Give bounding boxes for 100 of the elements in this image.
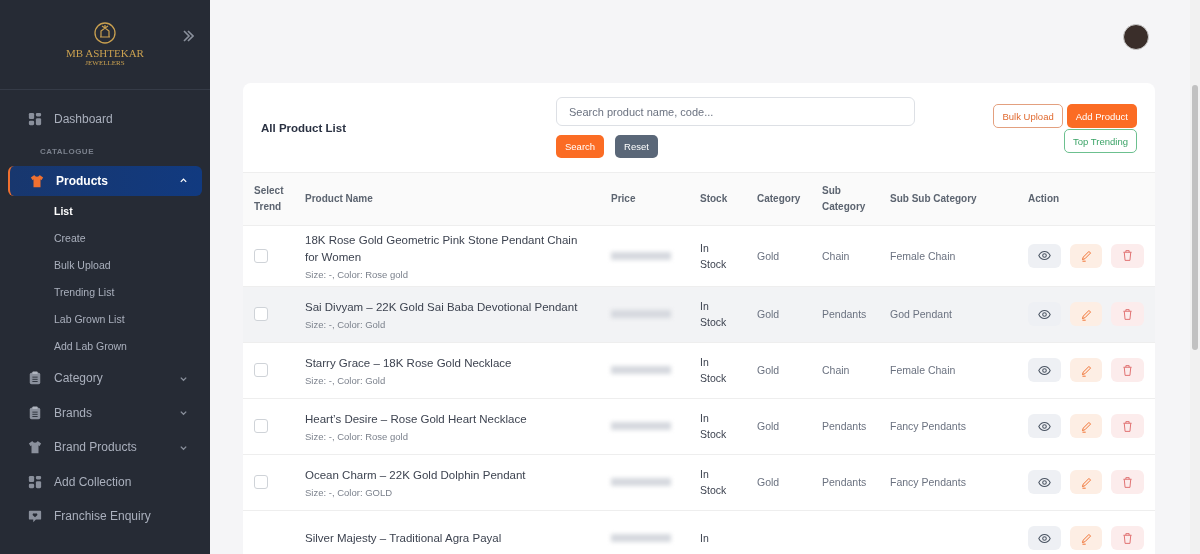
- brand-name: MB ASHTEKAR: [66, 46, 144, 59]
- menu-item[interactable]: Franchise Enquiry: [8, 501, 202, 531]
- menu-item[interactable]: Add Collection: [8, 466, 202, 497]
- trash-icon: [1121, 475, 1135, 489]
- blurred-price: [611, 478, 671, 486]
- table-cell: Pendants: [822, 308, 867, 320]
- checkbox[interactable]: [254, 475, 268, 489]
- view-button[interactable]: [1028, 526, 1061, 550]
- product-details: Size: -, Color: Rose gold: [305, 430, 409, 442]
- table-cell: Female Chain: [890, 249, 956, 262]
- eye-icon: [1037, 419, 1051, 433]
- view-button[interactable]: [1028, 302, 1061, 326]
- table-cell: Pendants: [822, 476, 867, 488]
- stock-status: In Stock: [700, 300, 727, 328]
- table-cell: Fancy Pendants: [890, 420, 966, 432]
- edit-button[interactable]: [1069, 526, 1103, 550]
- product-details: Size: -, Color: Rose gold: [305, 268, 409, 280]
- pencil-icon: [1079, 249, 1093, 262]
- table-cell: Gold: [757, 476, 780, 488]
- trash-icon: [1121, 363, 1135, 377]
- column-header: Sub Sub Category: [879, 173, 1017, 225]
- grid-icon: [28, 474, 42, 489]
- view-button[interactable]: [1028, 470, 1061, 494]
- submenu-item[interactable]: Add Lab Grown: [54, 332, 127, 359]
- shirt-icon: [30, 173, 44, 188]
- scrollbar-thumb[interactable]: [1192, 85, 1198, 350]
- logo-emblem-icon: [94, 21, 116, 44]
- delete-button[interactable]: [1111, 470, 1144, 494]
- submenu-item[interactable]: List: [54, 197, 73, 224]
- menu-item[interactable]: Dashboard: [8, 104, 202, 134]
- search-field[interactable]: Search product name, code...: [556, 97, 915, 126]
- stock-status: In Stock: [700, 356, 727, 384]
- eye-icon: [1037, 249, 1051, 262]
- product-name: Starry Grace – 18K Rose Gold Necklace: [305, 355, 513, 371]
- pencil-icon: [1079, 363, 1093, 377]
- column-header: Price: [600, 173, 689, 225]
- stock-status: In Stock: [700, 241, 727, 270]
- table-cell: Gold: [757, 420, 780, 432]
- delete-button[interactable]: [1111, 414, 1144, 438]
- trash-icon: [1121, 249, 1135, 262]
- caret-icon: [179, 408, 188, 417]
- blurred-price: [611, 422, 671, 430]
- pencil-icon: [1079, 419, 1093, 433]
- product-details: Size: -, Color: Gold: [305, 318, 387, 330]
- edit-button[interactable]: [1069, 302, 1103, 326]
- avatar[interactable]: [1123, 23, 1149, 50]
- stock-status: In: [700, 532, 709, 544]
- checkbox[interactable]: [254, 363, 268, 377]
- menu-item[interactable]: Category: [8, 363, 202, 393]
- submenu-item[interactable]: Create: [54, 224, 86, 251]
- view-button[interactable]: [1028, 358, 1061, 382]
- submenu-item[interactable]: Trending List: [54, 278, 115, 305]
- menu-item[interactable]: Products: [8, 165, 202, 196]
- delete-button[interactable]: [1111, 526, 1144, 550]
- view-button[interactable]: [1028, 414, 1061, 438]
- clipboard-icon: [28, 405, 42, 420]
- product-details: Size: -, Color: GOLD: [305, 486, 394, 498]
- menu-item[interactable]: Brand Products: [8, 432, 202, 462]
- delete-button[interactable]: [1111, 302, 1144, 326]
- scrollbar[interactable]: [1190, 0, 1200, 554]
- delete-button[interactable]: [1111, 358, 1144, 382]
- table-cell: Gold: [757, 249, 780, 262]
- column-header: Sub Category: [811, 173, 879, 225]
- table-cell: God Pendant: [890, 308, 952, 320]
- column-header: Select Trend: [243, 173, 294, 225]
- product-details: Size: -, Color: Gold: [305, 374, 387, 386]
- submenu-item[interactable]: Bulk Upload: [54, 251, 111, 278]
- table-cell: Gold: [757, 364, 780, 376]
- eye-icon: [1037, 475, 1051, 489]
- product-name: 18K Rose Gold Geometric Pink Stone Pendant Chain for Women: [305, 232, 579, 265]
- eye-icon: [1037, 307, 1051, 321]
- checkbox[interactable]: [254, 248, 268, 263]
- blurred-price: [611, 366, 671, 374]
- column-header: Product Name: [294, 173, 600, 225]
- table-cell: Fancy Pendants: [890, 476, 966, 488]
- edit-button[interactable]: [1069, 243, 1103, 268]
- delete-button[interactable]: [1111, 243, 1144, 268]
- table-cell: Pendants: [822, 420, 867, 432]
- reset-button[interactable]: Reset: [615, 135, 658, 158]
- stock-status: In Stock: [700, 468, 727, 496]
- eye-icon: [1037, 531, 1051, 545]
- product-name: Ocean Charm – 22K Gold Dolphin Pendant: [305, 467, 527, 483]
- column-header: Action: [1017, 173, 1155, 225]
- edit-button[interactable]: [1069, 470, 1103, 494]
- collapse-icon[interactable]: [182, 30, 194, 42]
- view-button[interactable]: [1028, 243, 1061, 268]
- edit-button[interactable]: [1069, 358, 1103, 382]
- submenu-item[interactable]: Lab Grown List: [54, 305, 125, 332]
- checkbox[interactable]: [254, 307, 268, 321]
- checkbox[interactable]: [254, 419, 268, 433]
- action-button[interactable]: Bulk Upload: [993, 104, 1063, 128]
- chat-icon: [28, 509, 42, 523]
- eye-icon: [1037, 363, 1051, 377]
- edit-button[interactable]: [1069, 414, 1103, 438]
- table-cell: Chain: [822, 249, 850, 262]
- card-title: All Product List: [261, 121, 347, 134]
- column-header: Category: [746, 173, 811, 225]
- menu-item[interactable]: Brands: [8, 397, 202, 428]
- table-cell: Female Chain: [890, 364, 956, 376]
- blurred-price: [611, 310, 671, 318]
